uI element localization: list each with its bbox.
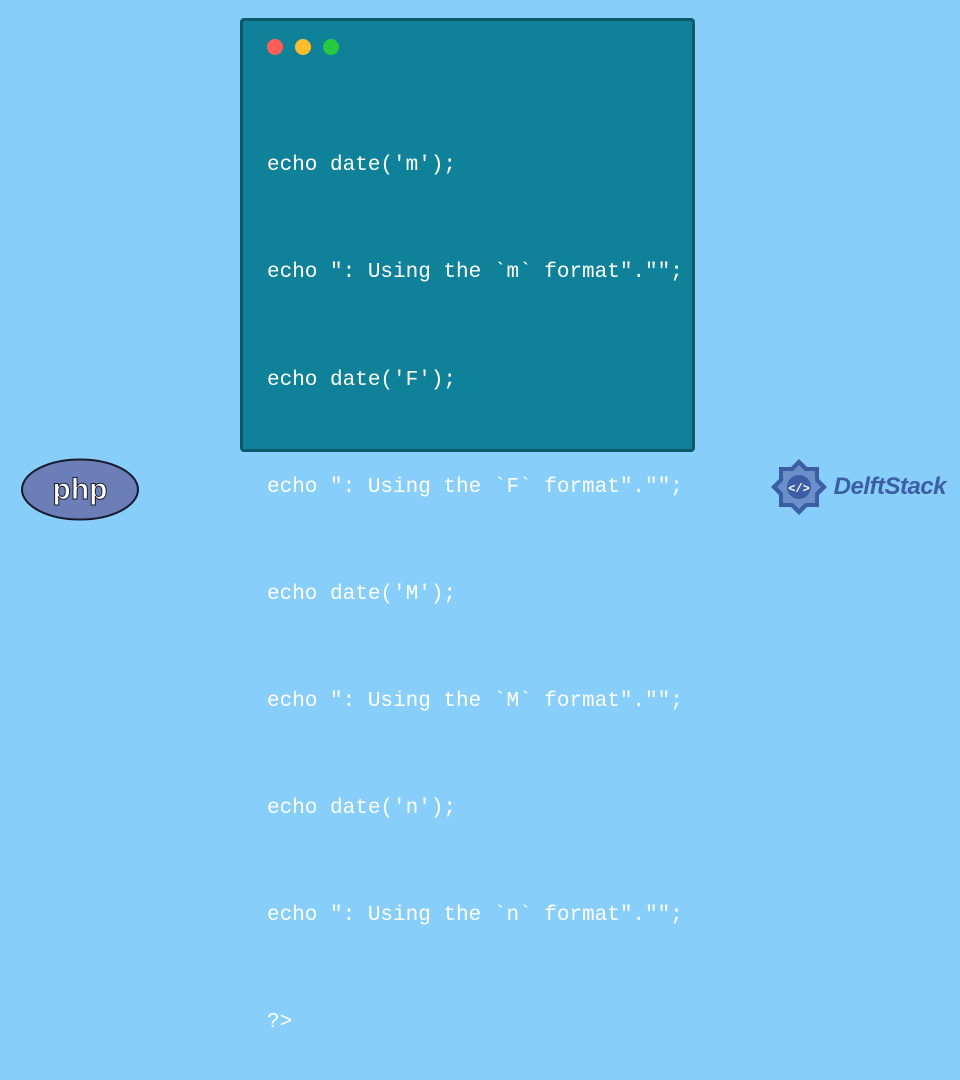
delftstack-icon: </> — [768, 456, 830, 518]
maximize-icon — [323, 39, 339, 55]
svg-text:php: php — [53, 473, 108, 506]
code-line: ?> — [267, 1005, 668, 1041]
code-line: echo ": Using the `F` format".""; — [267, 470, 668, 506]
code-line: echo ": Using the `m` format".""; — [267, 255, 668, 291]
code-line: echo date('n'); — [267, 791, 668, 827]
window-controls — [267, 39, 668, 55]
code-line: echo date('F'); — [267, 363, 668, 399]
code-line: echo ": Using the `n` format".""; — [267, 898, 668, 934]
code-block: echo date('m'); echo ": Using the `m` fo… — [267, 77, 668, 1080]
php-logo-icon: php — [20, 457, 140, 522]
minimize-icon — [295, 39, 311, 55]
close-icon — [267, 39, 283, 55]
code-window: echo date('m'); echo ": Using the `m` fo… — [240, 18, 695, 452]
delftstack-logo: </> DelftStack — [768, 456, 946, 518]
delftstack-label: DelftStack — [834, 473, 946, 501]
svg-text:</>: </> — [788, 482, 810, 496]
code-line: echo date('M'); — [267, 577, 668, 613]
code-line: echo date('m'); — [267, 148, 668, 184]
code-line: echo ": Using the `M` format".""; — [267, 684, 668, 720]
